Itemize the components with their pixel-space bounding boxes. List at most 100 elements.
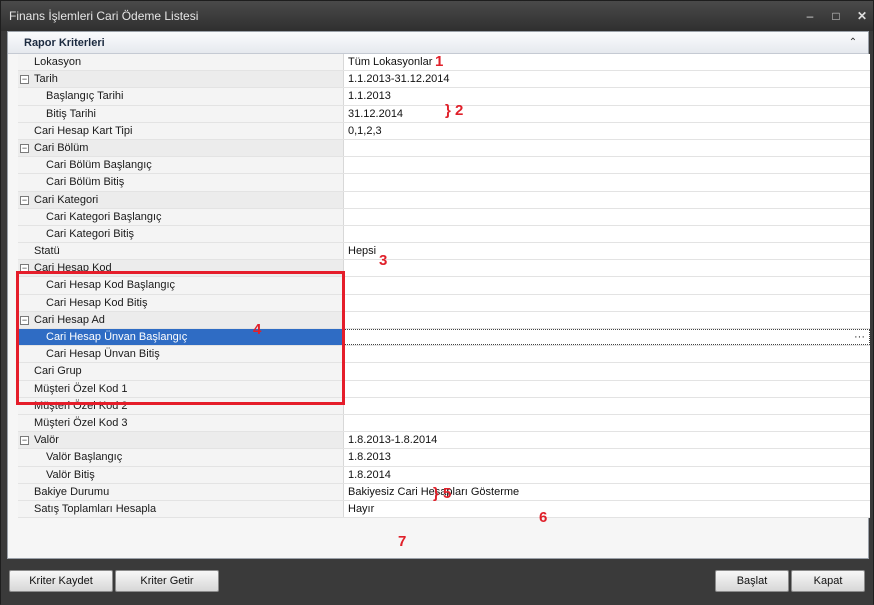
- property-row[interactable]: Cari Kategori Bitiş: [18, 225, 870, 244]
- property-row[interactable]: Cari Bölüm Bitiş: [18, 174, 870, 192]
- ellipsis-button[interactable]: ···: [854, 331, 865, 343]
- property-value-cell[interactable]: [344, 397, 870, 414]
- load-criteria-button[interactable]: Kriter Getir: [115, 570, 219, 592]
- save-criteria-button[interactable]: Kriter Kaydet: [9, 570, 113, 592]
- property-row[interactable]: Valör Başlangıç 1.8.2013: [18, 449, 870, 467]
- property-label: Bitiş Tarihi: [46, 107, 96, 120]
- property-row[interactable]: Başlangıç Tarihi 1.1.2013: [18, 88, 870, 106]
- close-icon[interactable]: ✕: [853, 7, 871, 25]
- collapse-chevron-icon[interactable]: ⌃: [846, 36, 860, 50]
- property-row[interactable]: − Cari Bölüm: [18, 139, 870, 158]
- property-value-cell[interactable]: [344, 294, 870, 311]
- property-value-cell[interactable]: [344, 208, 870, 225]
- property-label: Cari Bölüm Bitiş: [46, 176, 125, 189]
- property-row[interactable]: − Valör 1.8.2013-1.8.2014: [18, 432, 870, 450]
- property-row[interactable]: Bitiş Tarihi 31.12.2014: [18, 105, 870, 123]
- collapse-minus-icon[interactable]: −: [20, 436, 29, 446]
- property-row[interactable]: Satış Toplamları Hesapla Hayır: [18, 500, 870, 519]
- property-value-cell[interactable]: 31.12.2014: [344, 105, 870, 122]
- collapse-minus-icon[interactable]: −: [20, 195, 29, 205]
- property-value-cell[interactable]: [344, 157, 870, 174]
- property-value-cell[interactable]: [344, 380, 870, 397]
- property-value-cell[interactable]: Tüm Lokasyonlar: [344, 54, 870, 71]
- property-label-cell[interactable]: Satış Toplamları Hesapla: [18, 500, 344, 518]
- property-value: 31.12.2014: [348, 107, 404, 120]
- property-value-cell[interactable]: ···: [344, 329, 870, 346]
- minimize-icon[interactable]: –: [801, 7, 819, 25]
- property-value: 1.1.2013: [348, 90, 391, 103]
- property-label-cell[interactable]: Cari Hesap Kart Tipi: [18, 122, 344, 139]
- property-value-cell[interactable]: [344, 225, 870, 243]
- property-row[interactable]: Cari Bölüm Başlangıç: [18, 157, 870, 175]
- property-value-cell[interactable]: 1.8.2013: [344, 449, 870, 466]
- property-label-cell[interactable]: Cari Bölüm Bitiş: [18, 174, 344, 191]
- property-label: Valör: [34, 434, 59, 447]
- annotation-5: } 5: [433, 485, 452, 502]
- criteria-group-header[interactable]: Rapor Kriterleri ⌃: [8, 32, 868, 54]
- property-value-cell[interactable]: 1.1.2013-31.12.2014: [344, 71, 870, 88]
- property-value-cell[interactable]: Hepsi: [344, 243, 870, 260]
- property-value-cell[interactable]: [344, 311, 870, 328]
- property-row[interactable]: − Tarih 1.1.2013-31.12.2014: [18, 71, 870, 89]
- property-value-cell[interactable]: Hayır: [344, 500, 870, 518]
- property-value-cell[interactable]: [344, 139, 870, 157]
- property-value-cell[interactable]: Bakiyesiz Cari Hesapları Gösterme: [344, 483, 870, 500]
- property-label-cell[interactable]: Bitiş Tarihi: [18, 105, 344, 122]
- group-title: Rapor Kriterleri: [24, 37, 105, 49]
- property-value-cell[interactable]: [344, 191, 870, 208]
- property-value: 0,1,2,3: [348, 124, 382, 137]
- property-row[interactable]: Müşteri Özel Kod 3: [18, 414, 870, 433]
- property-value: 1.8.2013: [348, 451, 391, 464]
- property-value-cell[interactable]: [344, 363, 870, 380]
- property-label-cell[interactable]: Müşteri Özel Kod 3: [18, 414, 344, 432]
- close-button[interactable]: Kapat: [791, 570, 865, 592]
- property-label: Müşteri Özel Kod 3: [34, 416, 128, 429]
- property-label-cell[interactable]: Bakiye Durumu: [18, 483, 344, 500]
- property-label-cell[interactable]: − Tarih: [18, 71, 344, 88]
- property-value-cell[interactable]: 0,1,2,3: [344, 122, 870, 139]
- property-label-cell[interactable]: Lokasyon: [18, 54, 344, 71]
- button-bar: Kriter Kaydet Kriter Getir Başlat Kapat: [1, 559, 873, 605]
- property-value-cell[interactable]: 1.8.2013-1.8.2014: [344, 432, 870, 449]
- property-value-cell[interactable]: 1.8.2014: [344, 466, 870, 483]
- property-row[interactable]: − Cari Kategori: [18, 191, 870, 209]
- property-label-cell[interactable]: − Valör: [18, 432, 344, 449]
- property-value-cell[interactable]: [344, 414, 870, 432]
- property-label-cell[interactable]: Statü: [18, 243, 344, 260]
- property-label-cell[interactable]: Başlangıç Tarihi: [18, 88, 344, 105]
- property-value-cell[interactable]: [344, 260, 870, 277]
- property-label-cell[interactable]: Cari Kategori Başlangıç: [18, 208, 344, 225]
- property-row[interactable]: Lokasyon Tüm Lokasyonlar: [18, 54, 870, 72]
- collapse-minus-icon[interactable]: −: [20, 143, 29, 153]
- property-label-cell[interactable]: − Cari Bölüm: [18, 139, 344, 157]
- property-row[interactable]: Cari Kategori Başlangıç: [18, 208, 870, 226]
- property-row[interactable]: Valör Bitiş 1.8.2014: [18, 466, 870, 484]
- property-value: Hepsi: [348, 245, 377, 258]
- property-value: Tüm Lokasyonlar: [348, 56, 433, 68]
- annotation-3: 3: [379, 252, 388, 269]
- property-label: Valör Bitiş: [46, 468, 95, 481]
- property-label: Cari Kategori: [34, 193, 99, 206]
- property-label-cell[interactable]: − Cari Kategori: [18, 191, 344, 208]
- annotation-2: } 2: [445, 102, 464, 119]
- maximize-icon[interactable]: □: [827, 7, 845, 25]
- start-button[interactable]: Başlat: [715, 570, 789, 592]
- collapse-minus-icon[interactable]: −: [20, 75, 29, 85]
- property-label-cell[interactable]: Valör Başlangıç: [18, 449, 344, 466]
- property-row[interactable]: Statü Hepsi: [18, 243, 870, 261]
- title-bar: Finans İşlemleri Cari Ödeme Listesi – □ …: [1, 1, 873, 31]
- annotation-1: 1: [435, 53, 444, 70]
- property-label: Statü: [34, 245, 60, 258]
- annotation-4: 4: [253, 321, 262, 338]
- property-label: Cari Kategori Bitiş: [46, 227, 135, 240]
- property-label: Lokasyon: [34, 56, 82, 68]
- property-label-cell[interactable]: Valör Bitiş: [18, 466, 344, 483]
- property-label: Bakiye Durumu: [34, 485, 110, 498]
- property-value-cell[interactable]: [344, 346, 870, 363]
- property-label-cell[interactable]: Cari Bölüm Başlangıç: [18, 157, 344, 174]
- property-value-cell[interactable]: 1.1.2013: [344, 88, 870, 105]
- property-value-cell[interactable]: [344, 174, 870, 191]
- property-row[interactable]: Cari Hesap Kart Tipi 0,1,2,3: [18, 122, 870, 140]
- property-value-cell[interactable]: [344, 277, 870, 294]
- property-label-cell[interactable]: Cari Kategori Bitiş: [18, 225, 344, 243]
